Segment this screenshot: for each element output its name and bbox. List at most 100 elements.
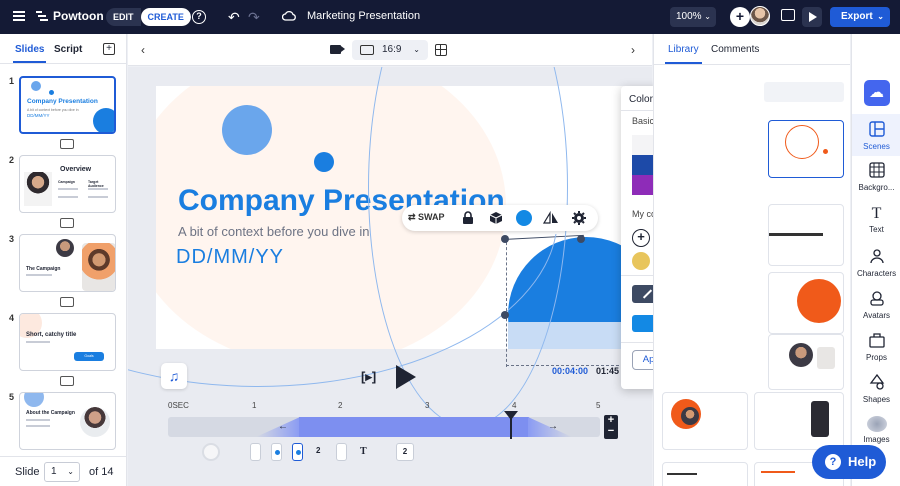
fill-color-button[interactable] bbox=[516, 210, 532, 226]
layer-item[interactable] bbox=[250, 443, 261, 461]
small-blue-circle[interactable] bbox=[314, 152, 334, 172]
layer-item-selected[interactable] bbox=[292, 443, 303, 461]
tab-library[interactable]: Library bbox=[665, 44, 702, 64]
layer-background[interactable] bbox=[202, 443, 220, 461]
rail-item-scenes[interactable]: Scenes bbox=[852, 114, 900, 156]
music-icon: ♫ bbox=[168, 368, 180, 384]
scene-card[interactable] bbox=[754, 392, 844, 450]
music-button[interactable]: ♫ bbox=[161, 363, 187, 389]
color-swatch[interactable] bbox=[632, 175, 653, 195]
scene-card[interactable] bbox=[768, 120, 844, 178]
slide-thumbnail[interactable]: Company Presentation A bit of context be… bbox=[19, 76, 116, 134]
scene-card[interactable] bbox=[768, 204, 844, 266]
previous-slide-icon[interactable]: ‹ bbox=[141, 43, 145, 57]
create-mode-button[interactable]: CREATE bbox=[140, 8, 191, 26]
ruler-tick: 4 bbox=[512, 401, 517, 410]
user-avatar[interactable] bbox=[750, 6, 770, 26]
rail-item-shapes[interactable]: Shapes bbox=[852, 373, 900, 404]
text-layer[interactable]: T bbox=[360, 446, 367, 457]
edit-mode-button[interactable]: EDIT bbox=[106, 8, 141, 26]
scene-card[interactable] bbox=[768, 272, 844, 334]
aspect-ratio-select[interactable]: 16:9 ⌄ bbox=[352, 40, 428, 60]
object-duration-bar[interactable] bbox=[299, 417, 529, 437]
help-icon[interactable]: ? bbox=[192, 10, 206, 24]
mode-toggle[interactable]: EDIT CREATE bbox=[106, 8, 191, 26]
selection-handle[interactable] bbox=[577, 235, 585, 243]
transition-icon[interactable] bbox=[60, 139, 74, 149]
undo-icon[interactable]: ↶ bbox=[228, 9, 240, 26]
workspace: Company Presentation A bit of context be… bbox=[128, 67, 652, 486]
zoom-out-icon[interactable]: − bbox=[608, 425, 614, 437]
tab-script[interactable]: Script bbox=[54, 44, 82, 55]
timeline-zoom[interactable]: + − bbox=[604, 415, 618, 439]
rail-item-characters[interactable]: Characters bbox=[852, 248, 900, 278]
transition-icon[interactable] bbox=[60, 376, 74, 386]
light-blue-circle[interactable] bbox=[222, 105, 272, 155]
playhead[interactable] bbox=[504, 411, 518, 439]
add-user-icon[interactable]: + bbox=[730, 7, 750, 27]
camera-icon[interactable] bbox=[330, 45, 345, 54]
slide-thumbnail[interactable]: Short, catchy title Goals bbox=[19, 313, 116, 371]
preview-play-button[interactable] bbox=[802, 7, 822, 27]
my-color-swatch[interactable] bbox=[632, 252, 650, 270]
rail-label: Text bbox=[869, 225, 884, 234]
flip-icon[interactable] bbox=[543, 211, 559, 225]
menu-icon[interactable] bbox=[13, 11, 25, 21]
search-field[interactable] bbox=[764, 82, 844, 102]
aspect-ratio-value: 16:9 bbox=[382, 44, 402, 55]
layer-count[interactable]: 2 bbox=[316, 446, 320, 455]
layer-group[interactable]: 2 bbox=[396, 443, 414, 461]
color-swatch[interactable] bbox=[632, 135, 653, 155]
cube-icon[interactable] bbox=[489, 211, 503, 225]
gear-icon[interactable] bbox=[571, 210, 587, 226]
slide-thumbnail[interactable]: The Campaign bbox=[19, 234, 116, 292]
layer-dot bbox=[275, 450, 280, 455]
rail-item-backgrounds[interactable]: Backgro... bbox=[852, 162, 900, 192]
add-slide-icon[interactable]: + bbox=[103, 43, 115, 55]
selection-handle[interactable] bbox=[501, 311, 509, 319]
transition-icon[interactable] bbox=[60, 297, 74, 307]
scene-card[interactable] bbox=[662, 392, 748, 450]
rail-item-avatars[interactable]: Avatars bbox=[852, 290, 900, 320]
thumb-line bbox=[26, 274, 52, 276]
rail-label: Shapes bbox=[862, 395, 891, 404]
upload-icon[interactable] bbox=[864, 80, 890, 106]
help-button[interactable]: ? Help bbox=[812, 445, 886, 479]
timeline-track[interactable]: ← → bbox=[168, 417, 600, 437]
zoom-select[interactable]: 100% ⌄ bbox=[670, 7, 716, 27]
redo-icon[interactable]: ↷ bbox=[248, 9, 260, 26]
color-swatch[interactable] bbox=[632, 155, 653, 175]
tab-slides[interactable]: Slides bbox=[12, 44, 47, 63]
export-button[interactable]: Export ⌄ bbox=[830, 7, 890, 27]
powtoon-logo[interactable]: Powtoon bbox=[35, 9, 104, 23]
thumb-shape bbox=[31, 81, 41, 91]
rail-item-props[interactable]: Props bbox=[852, 332, 900, 362]
scene-card[interactable] bbox=[768, 334, 844, 390]
add-color-icon[interactable]: + bbox=[632, 229, 650, 247]
rail-item-text[interactable]: T Text bbox=[852, 206, 900, 235]
slide-select[interactable]: 1 ⌄ bbox=[44, 462, 80, 482]
rail-label: Avatars bbox=[863, 311, 890, 320]
selection-handle[interactable] bbox=[501, 235, 509, 243]
play-button[interactable] bbox=[396, 365, 416, 389]
lock-icon[interactable] bbox=[462, 211, 474, 225]
next-slide-icon[interactable]: › bbox=[631, 43, 635, 57]
rail-item-images[interactable]: Images bbox=[852, 416, 900, 444]
layer-item[interactable] bbox=[271, 443, 282, 461]
slide-thumbnail[interactable]: About the Campaign bbox=[19, 392, 116, 450]
transition-icon[interactable] bbox=[60, 218, 74, 228]
images-icon bbox=[866, 416, 887, 432]
scene-card[interactable] bbox=[662, 462, 748, 486]
rail-label: Backgro... bbox=[858, 183, 895, 192]
swap-label: SWAP bbox=[418, 212, 445, 222]
tab-comments[interactable]: Comments bbox=[711, 44, 759, 55]
project-title[interactable]: Marketing Presentation bbox=[307, 10, 420, 22]
cloud-save-icon[interactable] bbox=[282, 9, 296, 23]
slide-thumbnail[interactable]: Overview Campaign Target Audience bbox=[19, 155, 116, 213]
layer-item[interactable] bbox=[336, 443, 347, 461]
play-frame-button[interactable]: [▸] bbox=[361, 369, 376, 385]
ruler-tick: 5 bbox=[596, 401, 601, 410]
grid-icon[interactable] bbox=[435, 44, 447, 56]
swap-button[interactable]: ⇄ SWAP bbox=[408, 212, 445, 223]
presentation-icon[interactable] bbox=[781, 9, 795, 21]
